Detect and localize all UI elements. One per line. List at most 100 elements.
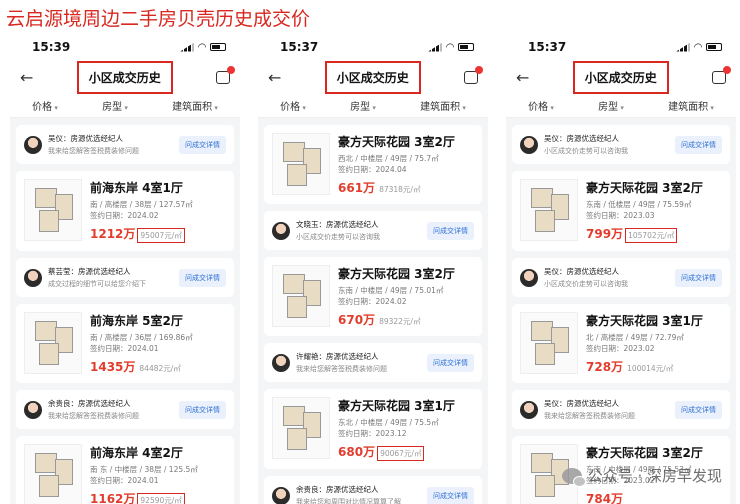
notification-dot (474, 65, 483, 74)
nav-bar: ← 小区成交历史 (10, 60, 240, 94)
agent-card: 吴仪：房源优选经纪人 我来给您解答签税费装修问题 问成交详情 (512, 390, 730, 429)
unit-price: 89322元/㎡ (379, 317, 421, 326)
status-time: 15:39 (32, 40, 71, 54)
phone-screen: 15:37 ◠ ← 小区成交历史 价格 房型 建筑面积 豪方天际花园 3室2厅 西北… (258, 34, 488, 504)
agent-card: 吴仪：房源优选经纪人 我来给您解答签税费装修问题 问成交详情 (16, 125, 234, 164)
listing-card[interactable]: 前海东岸 4室1厅 南 / 高楼层 / 38层 / 127.57㎡ 签约日期：2… (16, 171, 234, 251)
filter-dropdown[interactable]: 房型 (102, 98, 128, 113)
message-icon[interactable] (711, 65, 731, 84)
ask-deal-details-button[interactable]: 问成交详情 (427, 221, 474, 240)
agent-card: 许耀艳：房源优选经纪人 我来给您解答签税费装修问题 问成交详情 (264, 343, 482, 382)
floorplan-image (24, 179, 82, 241)
listing-card[interactable]: 豪方天际花园 3室2厅 东南 / 低楼层 / 49层 / 75.59㎡ 签约日期… (512, 171, 730, 251)
agent-name: 吴仪：房源优选经纪人 (544, 399, 619, 408)
ask-deal-details-button[interactable]: 问成交详情 (179, 135, 226, 154)
page-title: 云启源境周边二手房贝壳历史成交价 (6, 8, 311, 30)
listing-title: 豪方天际花园 3室2厅 (338, 135, 455, 149)
avatar (272, 353, 290, 372)
ask-deal-details-button[interactable]: 问成交详情 (675, 268, 722, 287)
listing-spec: 东南 / 低楼层 / 49层 / 75.59㎡ (586, 200, 692, 209)
listing-title: 前海东岸 4室1厅 (90, 181, 183, 195)
ask-deal-details-button[interactable]: 问成交详情 (675, 400, 722, 419)
total-price: 728万 (586, 360, 624, 374)
agent-desc: 小区成交价走势可以咨询我 (544, 147, 628, 155)
ask-deal-details-button[interactable]: 问成交详情 (179, 268, 226, 287)
nav-title: 小区成交历史 (76, 60, 173, 94)
listing-card[interactable]: 前海东岸 4室2厅 南 东 / 中楼层 / 38层 / 125.5㎡ 签约日期：… (16, 436, 234, 504)
ask-deal-details-button[interactable]: 问成交详情 (427, 486, 474, 504)
listing-title: 豪方天际花园 3室2厅 (586, 181, 703, 195)
avatar (272, 221, 290, 240)
ask-deal-details-button[interactable]: 问成交详情 (675, 135, 722, 154)
listing-card[interactable]: 豪方天际花园 3室2厅 东南 / 中楼层 / 49层 / 75.01㎡ 签约日期… (264, 257, 482, 336)
avatar (520, 400, 538, 419)
unit-price: 100014元/㎡ (627, 364, 674, 373)
listing-card[interactable]: 豪方天际花园 3室2厅 西北 / 中楼层 / 49层 / 75.7㎡ 签约日期：… (264, 125, 482, 204)
filter-bar: 价格 房型 建筑面积 (506, 94, 736, 118)
agent-card: 蔡芸莹：房源优选经纪人 成交过程的细节可以给您介绍下 问成交详情 (16, 258, 234, 297)
listing-spec: 南 / 高楼层 / 36层 / 169.86㎡ (90, 333, 193, 342)
floorplan-image (520, 312, 578, 374)
agent-desc: 我来给您解答签税费装修问题 (544, 412, 635, 420)
listing-title: 前海东岸 4室2厅 (90, 446, 183, 460)
unit-price: 95007元/㎡ (137, 228, 185, 243)
filter-dropdown[interactable]: 建筑面积 (172, 98, 218, 113)
back-arrow-icon[interactable]: ← (20, 68, 33, 87)
agent-desc: 小区成交价走势可以咨询我 (296, 233, 380, 241)
filter-dropdown[interactable]: 价格 (32, 98, 58, 113)
filter-dropdown[interactable]: 房型 (350, 98, 376, 113)
agent-name: 余贵良：房源优选经纪人 (48, 399, 131, 408)
battery-icon (458, 43, 474, 51)
total-price: 1435万 (90, 360, 136, 374)
nav-bar: ← 小区成交历史 (258, 60, 488, 94)
signal-icon (180, 42, 195, 52)
floorplan-image (24, 312, 82, 374)
filter-dropdown[interactable]: 建筑面积 (668, 98, 714, 113)
filter-dropdown[interactable]: 房型 (598, 98, 624, 113)
listing-card[interactable]: 豪方天际花园 3室1厅 东北 / 中楼层 / 49层 / 75.5㎡ 签约日期：… (264, 389, 482, 469)
phone-screen: 15:37 ◠ ← 小区成交历史 价格 房型 建筑面积 吴仪：房源优选经纪人 小区成… (506, 34, 736, 504)
nav-title: 小区成交历史 (324, 60, 421, 94)
back-arrow-icon[interactable]: ← (268, 68, 281, 87)
watermark: 公众号 · 深房早发现 (561, 465, 722, 487)
unit-price: 92590元/㎡ (137, 493, 185, 504)
unit-price: 87318元/㎡ (379, 185, 421, 194)
floorplan-image (520, 179, 578, 241)
listing-card[interactable]: 前海东岸 5室2厅 南 / 高楼层 / 36层 / 169.86㎡ 签约日期：2… (16, 304, 234, 383)
filter-dropdown[interactable]: 价格 (528, 98, 554, 113)
listing-date: 签约日期：2024.02 (338, 297, 407, 306)
listing-date: 签约日期：2023.02 (586, 344, 655, 353)
total-price: 670万 (338, 313, 376, 327)
listing-date: 签约日期：2024.04 (338, 165, 407, 174)
agent-name: 文晓玉：房源优选经纪人 (296, 220, 379, 229)
ask-deal-details-button[interactable]: 问成交详情 (179, 400, 226, 419)
listing-title: 豪方天际花园 3室1厅 (586, 314, 703, 328)
listing-title: 豪方天际花园 3室2厅 (338, 267, 455, 281)
nav-bar: ← 小区成交历史 (506, 60, 736, 94)
unit-price (625, 501, 629, 503)
unit-price: 90067元/㎡ (377, 446, 425, 461)
listing-title: 豪方天际花园 3室1厅 (338, 399, 455, 413)
ask-deal-details-button[interactable]: 问成交详情 (427, 353, 474, 372)
listing-date: 签约日期：2023.03 (586, 211, 655, 220)
message-icon[interactable] (463, 65, 483, 84)
wifi-icon: ◠ (694, 41, 702, 53)
status-time: 15:37 (528, 40, 567, 54)
status-bar: 15:37 ◠ (258, 34, 488, 60)
agent-card: 吴仪：房源优选经纪人 小区成交价走势可以咨询我 问成交详情 (512, 258, 730, 297)
back-arrow-icon[interactable]: ← (516, 68, 529, 87)
watermark-text: 公众号 · 深房早发现 (587, 467, 722, 485)
filter-dropdown[interactable]: 价格 (280, 98, 306, 113)
listing-card[interactable]: 豪方天际花园 3室1厅 北 / 高楼层 / 49层 / 72.79㎡ 签约日期：… (512, 304, 730, 383)
wechat-icon (561, 467, 586, 487)
avatar (24, 135, 42, 154)
message-icon[interactable] (215, 65, 235, 84)
filter-dropdown[interactable]: 建筑面积 (420, 98, 466, 113)
agent-desc: 我来给您解答签税费装修问题 (48, 412, 139, 420)
phone-screen: 15:39 ◠ ← 小区成交历史 价格 房型 建筑面积 吴仪：房源优选经纪人 我来给… (10, 34, 240, 504)
agent-card: 余贵良：房源优选经纪人 我来给您和周围对比情况算算了解 问成交详情 (264, 476, 482, 504)
floorplan-image (272, 265, 330, 327)
unit-price: 105702元/㎡ (625, 228, 678, 243)
total-price: 799万 (586, 227, 624, 241)
agent-name: 吴仪：房源优选经纪人 (544, 134, 619, 143)
